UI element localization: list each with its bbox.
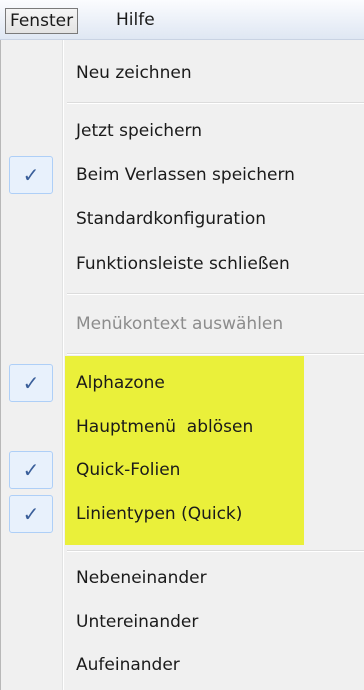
menu-bar: Fenster Hilfe [0, 0, 364, 40]
menu-item-linientypen-quick[interactable]: Linientypen (Quick) [76, 503, 242, 525]
check-icon: ✓ [9, 451, 53, 489]
menu-separator [67, 102, 364, 104]
menu-separator [67, 550, 364, 552]
menu-separator [67, 293, 364, 295]
fenster-dropdown-menu: Neu zeichnen Jetzt speichern ✓ Beim Verl… [0, 40, 364, 690]
menu-item-nebeneinander[interactable]: Nebeneinander [76, 567, 207, 589]
menu-item-neu-zeichnen[interactable]: Neu zeichnen [76, 62, 192, 84]
menu-item-untereinander[interactable]: Untereinander [76, 611, 198, 633]
menu-item-aufeinander[interactable]: Aufeinander [76, 654, 180, 676]
check-icon: ✓ [9, 495, 53, 533]
menu-item-hauptmenue-abloesen[interactable]: Hauptmenü ablösen [76, 416, 253, 438]
menu-item-menuekontext-auswaehlen: Menükontext auswählen [76, 314, 284, 334]
menu-item-standardkonfiguration[interactable]: Standardkonfiguration [76, 208, 266, 230]
menu-item-quick-folien[interactable]: Quick-Folien [76, 459, 180, 481]
menu-fenster[interactable]: Fenster [5, 8, 79, 34]
menu-item-beim-verlassen-speichern[interactable]: Beim Verlassen speichern [76, 164, 295, 186]
menu-hilfe[interactable]: Hilfe [112, 8, 159, 34]
menu-item-jetzt-speichern[interactable]: Jetzt speichern [76, 120, 202, 142]
check-icon: ✓ [9, 364, 53, 402]
menu-item-funktionsleiste-schliessen[interactable]: Funktionsleiste schließen [76, 253, 290, 275]
check-icon: ✓ [9, 156, 53, 194]
menu-gutter-divider-highlight [63, 40, 64, 690]
menu-separator [67, 353, 364, 355]
menu-item-alphazone[interactable]: Alphazone [76, 372, 165, 394]
